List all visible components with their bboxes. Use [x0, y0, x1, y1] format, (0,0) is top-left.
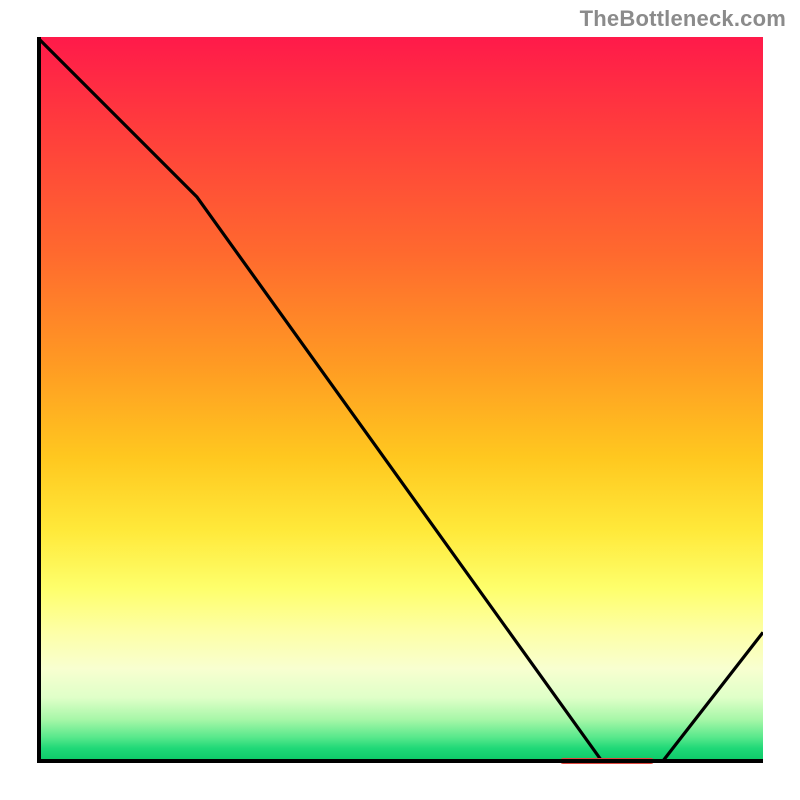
bottleneck-curve: [37, 37, 763, 763]
y-axis: [37, 37, 41, 763]
watermark-text: TheBottleneck.com: [580, 6, 786, 32]
curve-path: [37, 37, 763, 763]
plot-area: [37, 37, 763, 763]
chart-container: TheBottleneck.com: [0, 0, 800, 800]
x-axis: [37, 759, 763, 763]
